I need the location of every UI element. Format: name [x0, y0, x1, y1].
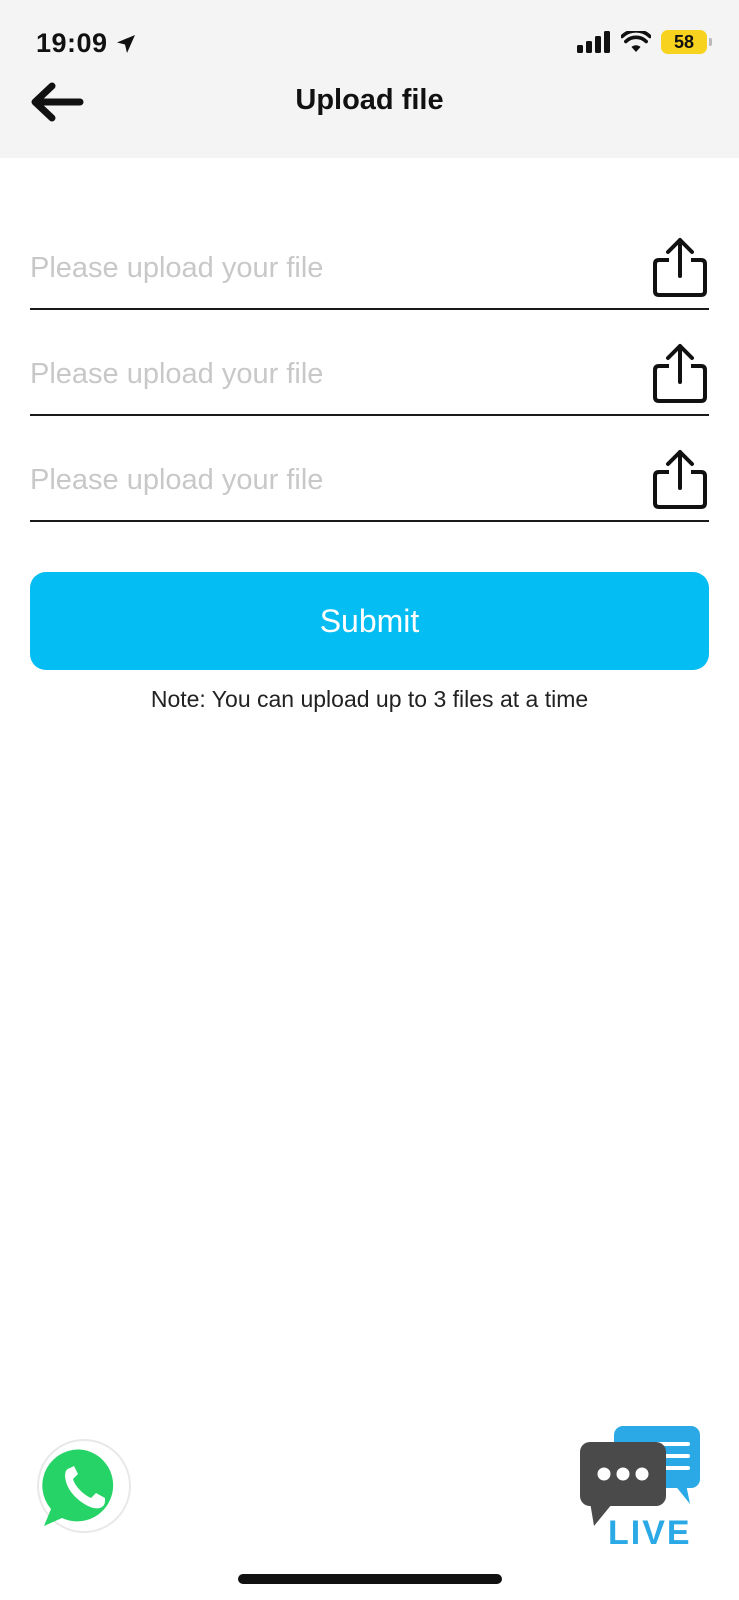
whatsapp-button[interactable] — [34, 1438, 134, 1538]
app-header: 19:09 58 Upload file — [0, 0, 739, 158]
share-upload-icon — [653, 238, 707, 297]
live-chat-button[interactable]: LIVE — [578, 1422, 712, 1554]
submit-button[interactable]: Submit — [30, 572, 709, 670]
status-indicators: 58 — [577, 30, 712, 54]
live-chat-label: LIVE — [608, 1514, 692, 1552]
upload-field-3[interactable]: Please upload your file — [30, 426, 709, 522]
location-arrow-icon — [116, 34, 135, 53]
upload-field-2[interactable]: Please upload your file — [30, 320, 709, 416]
upload-placeholder: Please upload your file — [30, 358, 324, 390]
upload-field-1[interactable]: Please upload your file — [30, 214, 709, 310]
upload-file-button-1[interactable] — [651, 236, 709, 298]
page-title: Upload file — [295, 84, 444, 116]
status-time: 19:09 — [36, 28, 138, 59]
home-indicator[interactable] — [238, 1574, 502, 1584]
share-upload-icon — [653, 450, 707, 509]
upload-file-button-2[interactable] — [651, 342, 709, 404]
nav-bar: Upload file — [0, 70, 739, 134]
battery-level: 58 — [673, 31, 695, 52]
share-upload-icon — [653, 344, 707, 403]
upload-limit-note: Note: You can upload up to 3 files at a … — [150, 686, 589, 712]
battery-indicator: 58 — [661, 30, 712, 54]
upload-file-button-3[interactable] — [651, 448, 709, 510]
status-time-text: 19:09 — [36, 28, 108, 58]
whatsapp-icon — [37, 1439, 131, 1533]
status-bar: 19:09 58 — [0, 0, 739, 80]
upload-placeholder: Please upload your file — [30, 464, 324, 496]
wifi-icon — [621, 31, 651, 52]
cellular-signal-icon — [577, 31, 610, 53]
upload-placeholder: Please upload your file — [30, 252, 324, 284]
